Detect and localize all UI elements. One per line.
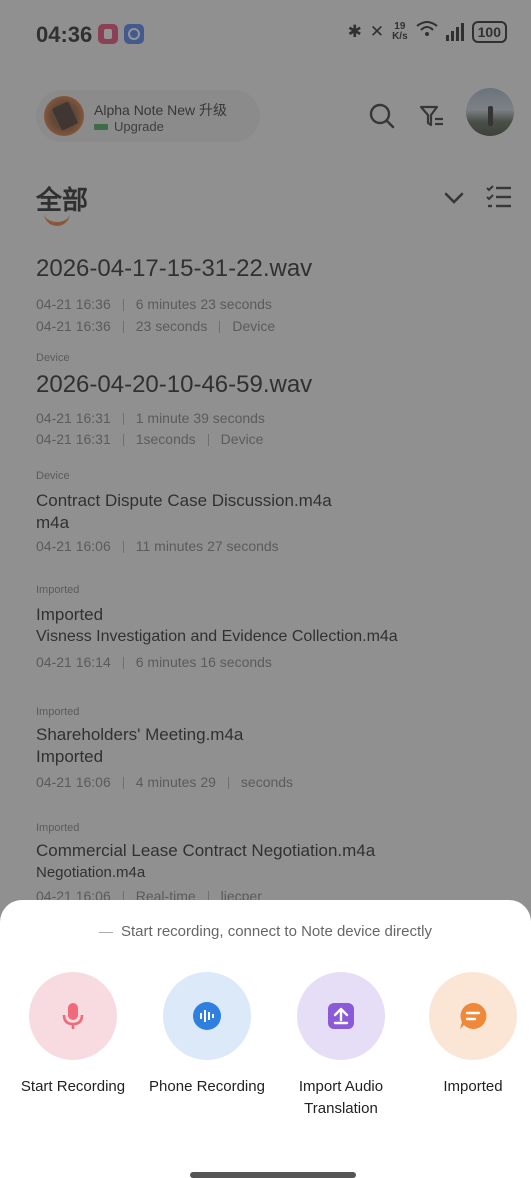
action-label: Phone Recording	[149, 1078, 265, 1095]
source-tag: Imported	[36, 822, 80, 834]
chat-bubble-icon	[459, 1002, 487, 1030]
recording-name: Shareholders' Meeting.m4a	[36, 725, 244, 744]
source-tag: Imported	[36, 584, 80, 596]
app-header: Alpha Note New 升级 Upgrade	[0, 86, 531, 146]
recording-meta: 04-21 16:36 6 minutes 23 seconds	[36, 296, 272, 312]
filter-icon[interactable]	[416, 100, 448, 132]
bluetooth-icon: ✱	[347, 21, 362, 41]
upgrade-icon	[94, 123, 108, 130]
recording-name: Commercial Lease Contract Negotiation.m4…	[36, 841, 376, 860]
start-recording-button[interactable]: Start Recording	[8, 972, 138, 1122]
recording-name-sub: Imported	[36, 747, 104, 766]
recording-meta: 04-21 16:36 23 seconds Device	[36, 318, 276, 334]
recording-name: 2026-04-20-10-46-59.wav	[36, 371, 313, 398]
action-label: Import Audio Translation	[298, 1078, 384, 1117]
account-name: Alpha Note New 升级	[94, 102, 228, 118]
sheet-hint: Start recording, connect to Note device …	[0, 922, 531, 942]
recording-meta: 04-21 16:06 11 minutes 27 seconds	[36, 538, 279, 554]
avatar[interactable]	[466, 88, 514, 136]
import-audio-button[interactable]: Import Audio Translation	[276, 972, 406, 1122]
phone-recording-button[interactable]: Phone Recording	[142, 972, 272, 1122]
browser-notification-icon	[124, 24, 144, 44]
action-label: Start Recording	[20, 1078, 126, 1095]
app-notification-icon	[98, 24, 118, 44]
loading-indicator-icon	[44, 212, 70, 226]
recording-name-sub: Negotiation.m4a	[36, 864, 146, 881]
recording-meta: 04-21 16:06 4 minutes 29 seconds	[36, 774, 294, 790]
wifi-icon	[416, 20, 438, 43]
source-tag: Imported	[36, 706, 80, 718]
account-switcher[interactable]: Alpha Note New 升级 Upgrade	[36, 90, 260, 142]
device-logo	[44, 96, 84, 136]
recording-name: Contract Dispute Case Discussion.m4a	[36, 491, 332, 510]
recording-meta: 04-21 16:31 1 minute 39 seconds	[36, 410, 265, 426]
imported-button[interactable]: Imported	[408, 972, 531, 1122]
source-tag: Device	[36, 470, 70, 482]
list-item[interactable]: Imported Imported Visness Investigation …	[36, 580, 516, 676]
status-bar: 04:36 ✱ ✕ 19 K/s 100	[0, 0, 531, 70]
battery-indicator: 100	[471, 20, 507, 43]
recording-meta: 04-21 16:31 1seconds Device	[36, 431, 264, 447]
source-tag: Device	[36, 352, 70, 364]
recording-name: Imported	[36, 605, 104, 624]
checklist-icon[interactable]	[484, 182, 514, 212]
network-speed: 19 K/s	[392, 20, 408, 42]
upload-icon	[327, 1002, 355, 1030]
recording-name: 2026-04-17-15-31-22.wav	[36, 255, 313, 282]
status-time: 04:36	[36, 22, 93, 47]
action-label: Imported	[443, 1078, 503, 1095]
list-item[interactable]: Device 2026-04-20-10-46-59.wav 04-21 16:…	[36, 348, 516, 448]
upgrade-badge[interactable]: Upgrade	[94, 119, 164, 134]
recording-name-sub: Visness Investigation and Evidence Colle…	[36, 628, 398, 645]
list-item[interactable]: Imported Shareholders' Meeting.m4a Impor…	[36, 702, 516, 798]
list-item[interactable]: Device Contract Dispute Case Discussion.…	[36, 466, 516, 562]
audio-wave-icon	[193, 1002, 221, 1030]
chevron-down-icon[interactable]	[440, 184, 468, 212]
list-item[interactable]: Imported Commercial Lease Contract Negot…	[36, 818, 516, 904]
cellular-signal-icon	[445, 22, 464, 41]
mute-icon: ✕	[369, 21, 385, 41]
section-header: 全部	[0, 170, 531, 220]
home-indicator[interactable]	[190, 1172, 356, 1178]
record-bottom-sheet: Start recording, connect to Note device …	[0, 900, 531, 1178]
microphone-icon	[59, 1002, 87, 1030]
search-icon[interactable]	[366, 100, 398, 132]
list-item[interactable]: 2026-04-17-15-31-22.wav 04-21 16:36 6 min…	[36, 254, 516, 344]
recording-meta: 04-21 16:14 6 minutes 16 seconds	[36, 654, 272, 670]
recording-name-sub: m4a	[36, 513, 70, 532]
